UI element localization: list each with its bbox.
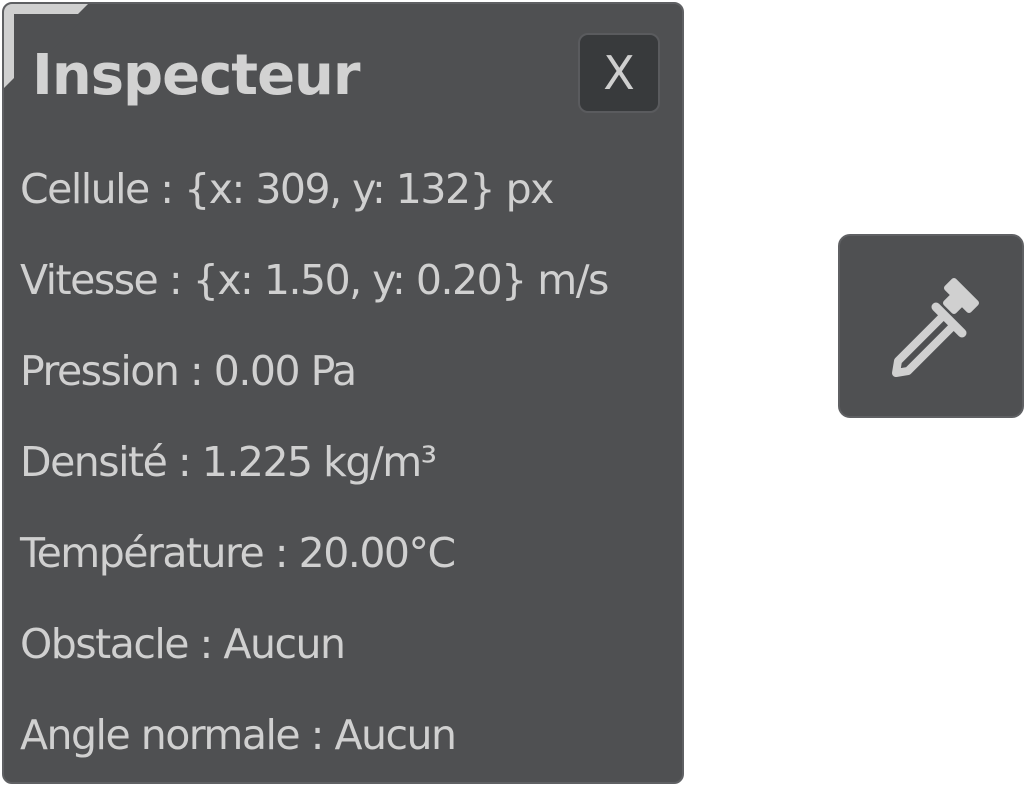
property-separator: : — [263, 529, 299, 577]
property-separator: : — [299, 711, 335, 759]
property-row-temperature: Température : 20.00°C — [20, 508, 680, 599]
property-value: 20.00°C — [298, 529, 457, 577]
property-separator: : — [157, 256, 193, 304]
property-label: Cellule — [20, 165, 150, 213]
property-label: Vitesse — [20, 256, 159, 304]
property-row-densite: Densité : 1.225 kg/m³ — [20, 417, 680, 508]
eyedropper-icon — [892, 278, 979, 377]
property-separator: : — [166, 438, 202, 486]
eyedropper-button[interactable] — [838, 234, 1024, 418]
property-separator: : — [188, 620, 224, 668]
property-row-vitesse: Vitesse : {x: 1.50, y: 0.20} m/s — [20, 235, 680, 326]
property-row-pression: Pression : 0.00 Pa — [20, 326, 680, 417]
property-row-obstacle: Obstacle : Aucun — [20, 599, 680, 690]
property-row-angle-normale: Angle normale : Aucun — [20, 690, 680, 781]
close-icon: X — [603, 46, 635, 100]
inspector-panel: Inspecteur X Cellule : {x: 309, y: 132} … — [2, 2, 684, 784]
property-value: Aucun — [334, 711, 457, 759]
property-label: Pression — [20, 347, 180, 395]
property-row-cellule: Cellule : {x: 309, y: 132} px — [20, 144, 680, 235]
property-label: Température — [20, 529, 265, 577]
close-button[interactable]: X — [578, 33, 660, 113]
property-separator: : — [148, 165, 185, 213]
property-value: {x: 1.50, y: 0.20} m/s — [192, 256, 610, 304]
property-value: {x: 309, y: 132} px — [184, 165, 554, 213]
property-value: 1.225 kg/m³ — [201, 438, 437, 486]
property-list: Cellule : {x: 309, y: 132} px Vitesse : … — [20, 144, 680, 781]
property-label: Angle normale — [20, 711, 301, 759]
property-value: 0.00 Pa — [213, 347, 357, 395]
property-value: Aucun — [223, 620, 346, 668]
property-label: Densité — [20, 438, 168, 486]
panel-title: Inspecteur — [32, 43, 361, 108]
property-separator: : — [178, 347, 214, 395]
property-label: Obstacle — [20, 620, 190, 668]
